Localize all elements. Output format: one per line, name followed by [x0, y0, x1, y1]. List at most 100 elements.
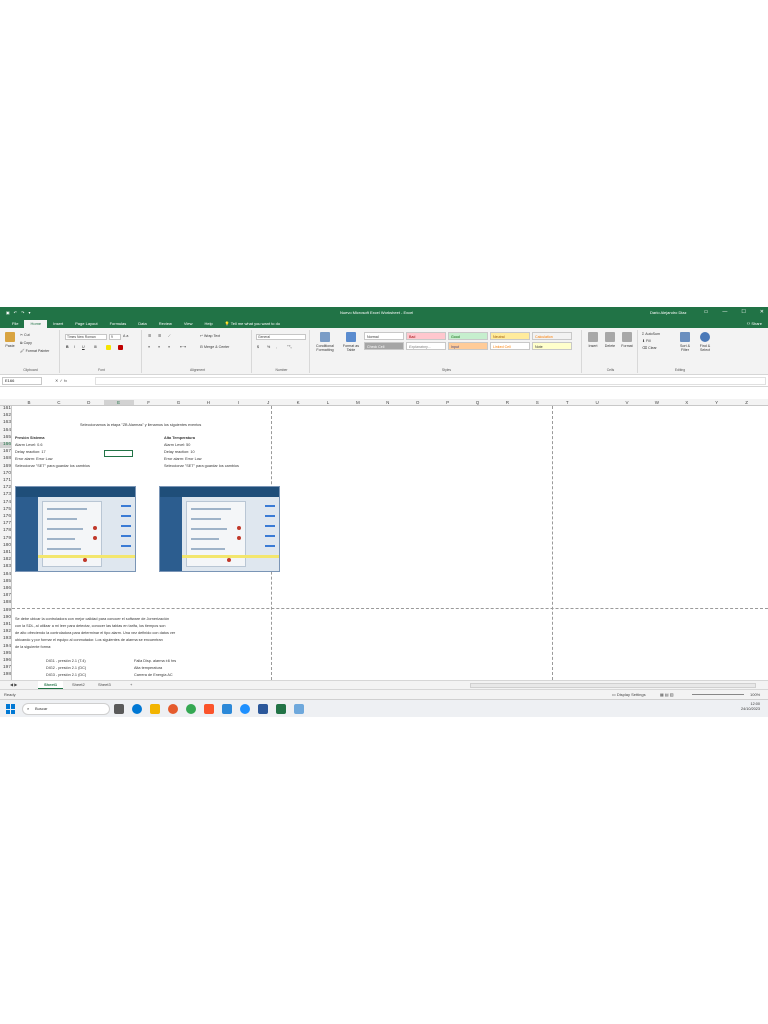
excel-icon[interactable]	[276, 704, 286, 714]
column-header-s[interactable]: S	[522, 400, 552, 405]
row-header-196[interactable]: 196	[0, 658, 12, 664]
insert-function-button[interactable]: fx	[64, 378, 67, 383]
row-header-168[interactable]: 168	[0, 456, 12, 462]
row-header-180[interactable]: 180	[0, 543, 12, 549]
currency-button[interactable]: $	[257, 345, 259, 349]
column-header-u[interactable]: U	[582, 400, 612, 405]
photos-icon[interactable]	[294, 704, 304, 714]
row-header-192[interactable]: 192	[0, 629, 12, 635]
tab-data[interactable]: Data	[132, 320, 152, 328]
column-header-c[interactable]: C	[44, 400, 74, 405]
style-note[interactable]: Note	[532, 342, 572, 350]
font-name-select[interactable]: Times New Roman	[65, 334, 107, 340]
font-size-select[interactable]: 9	[109, 334, 121, 340]
redo-icon[interactable]: ↷	[21, 310, 24, 315]
column-header-e[interactable]: E	[103, 400, 134, 405]
undo-icon[interactable]: ↶	[14, 310, 17, 315]
enter-icon[interactable]: ✓	[59, 378, 62, 383]
tab-view[interactable]: View	[178, 320, 199, 328]
style-check-cell[interactable]: Check Cell	[364, 342, 404, 350]
column-header-w[interactable]: W	[642, 400, 672, 405]
chrome-icon[interactable]	[186, 704, 196, 714]
row-header-162[interactable]: 162	[0, 413, 12, 419]
row-header-167[interactable]: 167	[0, 449, 12, 455]
row-header-188[interactable]: 188	[0, 600, 12, 606]
column-header-g[interactable]: G	[164, 400, 194, 405]
row-header-178[interactable]: 178	[0, 528, 12, 534]
underline-button[interactable]: U	[82, 345, 85, 349]
format-cells-button[interactable]: Format	[620, 332, 634, 348]
font-size-buttons[interactable]: Aa	[123, 334, 128, 338]
row-header-174[interactable]: 174	[0, 500, 12, 506]
align-center-button[interactable]: ≡	[158, 345, 160, 349]
column-header-z[interactable]: Z	[732, 400, 762, 405]
column-header-m[interactable]: M	[343, 400, 373, 405]
ribbon-display-button[interactable]: ▭	[704, 309, 709, 315]
style-good[interactable]: Good	[448, 332, 488, 340]
column-header-q[interactable]: Q	[463, 400, 493, 405]
name-box[interactable]: E166	[2, 377, 42, 385]
column-header-t[interactable]: T	[552, 400, 582, 405]
bold-button[interactable]: B	[66, 345, 69, 349]
formula-input[interactable]	[95, 377, 766, 385]
row-header-161[interactable]: 161	[0, 406, 12, 412]
number-format-select[interactable]: General	[256, 334, 306, 340]
row-header-190[interactable]: 190	[0, 615, 12, 621]
row-header-185[interactable]: 185	[0, 579, 12, 585]
tell-me-search[interactable]: 💡 Tell me what you want to do	[219, 320, 286, 328]
tab-review[interactable]: Review	[153, 320, 178, 328]
borders-button[interactable]: ⊞	[94, 345, 97, 349]
style-explanatory[interactable]: Explanatory...	[406, 342, 446, 350]
format-painter-button[interactable]: 🖌 Format Painter	[20, 349, 49, 353]
worksheet-grid[interactable]: Seleccionamos la etapa "ZB Alarmas" y ll…	[12, 406, 768, 680]
style-input[interactable]: Input	[448, 342, 488, 350]
autosum-button[interactable]: Σ AutoSum	[642, 332, 660, 336]
row-header-177[interactable]: 177	[0, 521, 12, 527]
column-header-d[interactable]: D	[74, 400, 104, 405]
row-header-170[interactable]: 170	[0, 471, 12, 477]
edge-icon[interactable]	[132, 704, 142, 714]
app-icon[interactable]	[222, 704, 232, 714]
align-left-button[interactable]: ≡	[148, 345, 150, 349]
file-explorer-icon[interactable]	[150, 704, 160, 714]
middle-align-button[interactable]: ☰	[158, 334, 161, 338]
percent-button[interactable]: %	[267, 345, 270, 349]
row-header-193[interactable]: 193	[0, 636, 12, 642]
row-header-175[interactable]: 175	[0, 507, 12, 513]
style-neutral[interactable]: Neutral	[490, 332, 530, 340]
fill-button[interactable]: ⬇ Fill	[642, 339, 651, 343]
tab-help[interactable]: Help	[198, 320, 218, 328]
paste-button[interactable]: Paste	[4, 332, 16, 348]
column-header-n[interactable]: N	[373, 400, 403, 405]
italic-button[interactable]: I	[74, 345, 75, 349]
column-header-y[interactable]: Y	[702, 400, 732, 405]
style-bad[interactable]: Bad	[406, 332, 446, 340]
orientation-button[interactable]: ⟋	[168, 334, 171, 338]
save-icon[interactable]: ▣	[6, 310, 10, 315]
wrap-text-button[interactable]: ↵ Wrap Text	[200, 334, 220, 338]
delete-cells-button[interactable]: Delete	[603, 332, 617, 348]
row-header-182[interactable]: 182	[0, 557, 12, 563]
row-header-173[interactable]: 173	[0, 492, 12, 498]
align-right-button[interactable]: ≡	[168, 345, 170, 349]
cancel-icon[interactable]: ✕	[55, 378, 58, 383]
row-header-194[interactable]: 194	[0, 644, 12, 650]
row-header-195[interactable]: 195	[0, 651, 12, 657]
sheet-tab-1[interactable]: Sheet1	[38, 681, 64, 689]
display-settings[interactable]: ▭ Display Settings	[612, 692, 646, 697]
sheet-tab-2[interactable]: Sheet2	[66, 681, 91, 689]
copy-button[interactable]: ⧉ Copy	[20, 341, 32, 345]
column-header-h[interactable]: H	[193, 400, 223, 405]
row-header-189[interactable]: 189	[0, 608, 12, 614]
row-header-171[interactable]: 171	[0, 478, 12, 484]
row-header-197[interactable]: 197	[0, 665, 12, 671]
row-header-172[interactable]: 172	[0, 485, 12, 491]
decimal-buttons[interactable]: ⁺⁰₀	[287, 345, 292, 349]
task-view-icon[interactable]	[114, 704, 124, 714]
firefox-icon[interactable]	[168, 704, 178, 714]
horizontal-scrollbar[interactable]	[470, 683, 756, 688]
column-header-b[interactable]: B	[14, 400, 44, 405]
column-header-f[interactable]: F	[134, 400, 164, 405]
fill-color-button[interactable]	[106, 345, 111, 350]
brave-icon[interactable]	[204, 704, 214, 714]
